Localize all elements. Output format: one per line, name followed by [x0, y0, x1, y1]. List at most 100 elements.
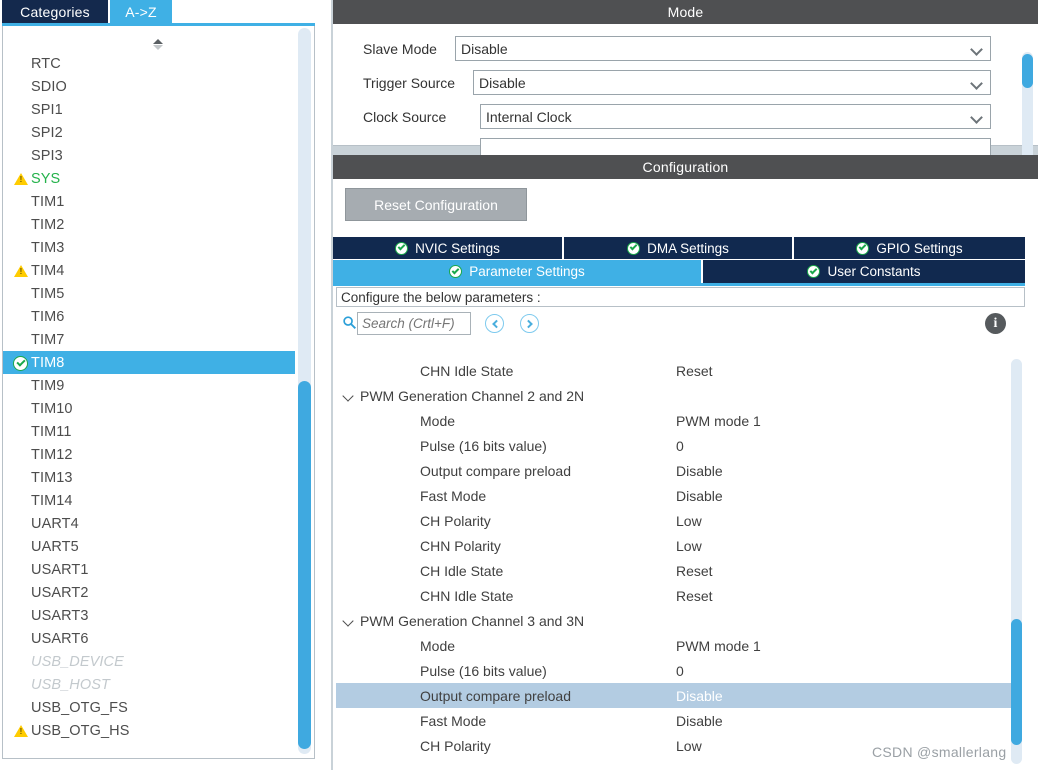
parameter-value[interactable]: Reset — [676, 563, 713, 579]
trigger-source-dropdown[interactable]: Disable — [473, 70, 991, 95]
peripheral-status-placeholder — [13, 286, 31, 302]
peripheral-item-label: TIM7 — [31, 331, 65, 348]
peripheral-status-placeholder — [13, 470, 31, 486]
peripheral-item-label: RTC — [31, 55, 61, 72]
parameter-row[interactable]: CHN Polarity Low — [336, 533, 1016, 558]
parameter-value[interactable]: Reset — [676, 588, 713, 604]
parameter-value[interactable]: Low — [676, 738, 702, 754]
right-panel: Mode Slave Mode Disable Trigger Source D… — [333, 0, 1038, 770]
tab-dma-settings[interactable]: DMA Settings — [564, 237, 794, 259]
mode-scrollbar-thumb[interactable] — [1022, 54, 1033, 88]
spinner-up-down-icon[interactable] — [151, 36, 165, 52]
parameter-label: Fast Mode — [420, 712, 487, 729]
peripheral-item-usart3[interactable]: USART3 — [3, 604, 295, 627]
clock-source-dropdown[interactable]: Internal Clock — [480, 104, 991, 129]
peripheral-item-spi3[interactable]: SPI3 — [3, 144, 295, 167]
peripheral-list: RTC SDIO SPI1 SPI2 SPI3 SYS TIM1 TIM2 TIM3 TIM4 TI… — [3, 52, 295, 742]
tab-a-to-z[interactable]: A->Z — [110, 0, 172, 23]
peripheral-item-tim9[interactable]: TIM9 — [3, 374, 295, 397]
peripheral-status-placeholder — [13, 700, 31, 716]
parameter-value[interactable]: 0 — [676, 663, 684, 679]
peripheral-item-uart5[interactable]: UART5 — [3, 535, 295, 558]
tab-categories[interactable]: Categories — [2, 0, 108, 23]
peripheral-item-tim6[interactable]: TIM6 — [3, 305, 295, 328]
peripheral-item-spi2[interactable]: SPI2 — [3, 121, 295, 144]
parameter-group-row[interactable]: PWM Generation Channel 3 and 3N — [336, 608, 1016, 633]
parameter-value[interactable]: Low — [676, 538, 702, 554]
peripheral-item-label: TIM13 — [31, 469, 73, 486]
slave-mode-dropdown[interactable]: Disable — [455, 36, 991, 61]
chevron-left-circle-icon[interactable] — [485, 314, 504, 333]
reset-configuration-button[interactable]: Reset Configuration — [345, 188, 527, 221]
peripheral-item-label: USB_OTG_FS — [31, 699, 128, 716]
peripheral-item-tim5[interactable]: TIM5 — [3, 282, 295, 305]
peripheral-item-tim10[interactable]: TIM10 — [3, 397, 295, 420]
parameter-row[interactable]: CHN Idle State Reset — [336, 358, 1016, 383]
peripheral-item-usart2[interactable]: USART2 — [3, 581, 295, 604]
search-input[interactable] — [357, 312, 471, 335]
peripheral-item-uart4[interactable]: UART4 — [3, 512, 295, 535]
configuration-tabs-underline — [333, 283, 1025, 286]
parameter-scrollbar-thumb[interactable] — [1011, 619, 1022, 745]
peripheral-item-usart1[interactable]: USART1 — [3, 558, 295, 581]
configuration-section-title: Configuration — [642, 159, 729, 175]
parameter-value[interactable]: PWM mode 1 — [676, 413, 761, 429]
parameter-label: CH Polarity — [420, 512, 491, 529]
app-window: Categories A->Z RTC SDIO SPI1 SPI2 SPI3 SYS TI… — [0, 0, 1038, 770]
parameter-row[interactable]: Fast Mode Disable — [336, 708, 1016, 733]
peripheral-item-tim12[interactable]: TIM12 — [3, 443, 295, 466]
parameter-value[interactable]: Disable — [676, 488, 723, 504]
peripheral-item-tim14[interactable]: TIM14 — [3, 489, 295, 512]
parameter-row[interactable]: Pulse (16 bits value) 0 — [336, 658, 1016, 683]
peripheral-item-spi1[interactable]: SPI1 — [3, 98, 295, 121]
chevron-right-circle-icon[interactable] — [520, 314, 539, 333]
parameter-row[interactable]: Output compare preload Disable — [336, 458, 1016, 483]
peripheral-item-tim13[interactable]: TIM13 — [3, 466, 295, 489]
tab-user-constants[interactable]: User Constants — [703, 260, 1025, 283]
peripheral-item-sys[interactable]: SYS — [3, 167, 295, 190]
peripheral-item-tim4[interactable]: TIM4 — [3, 259, 295, 282]
peripheral-item-label: TIM1 — [31, 193, 65, 210]
info-icon[interactable]: i — [985, 313, 1006, 334]
parameter-row[interactable]: CH Idle State Reset — [336, 558, 1016, 583]
peripheral-item-sdio[interactable]: SDIO — [3, 75, 295, 98]
parameter-row[interactable]: Mode PWM mode 1 — [336, 633, 1016, 658]
peripheral-status-placeholder — [13, 309, 31, 325]
peripheral-item-tim7[interactable]: TIM7 — [3, 328, 295, 351]
peripheral-item-usb_otg_fs[interactable]: USB_OTG_FS — [3, 696, 295, 719]
parameter-row[interactable]: CHN Idle State Reset — [336, 583, 1016, 608]
tab-gpio-settings[interactable]: GPIO Settings — [794, 237, 1025, 259]
peripheral-item-tim1[interactable]: TIM1 — [3, 190, 295, 213]
parameter-value[interactable]: 0 — [676, 438, 684, 454]
tab-nvic-settings[interactable]: NVIC Settings — [333, 237, 564, 259]
parameter-label: Fast Mode — [420, 487, 487, 504]
peripheral-status-placeholder — [13, 654, 31, 670]
parameter-row[interactable]: Pulse (16 bits value) 0 — [336, 433, 1016, 458]
peripheral-status-placeholder — [13, 56, 31, 72]
peripheral-item-usb_otg_hs[interactable]: USB_OTG_HS — [3, 719, 295, 742]
parameter-value[interactable]: Disable — [676, 463, 723, 479]
peripheral-item-rtc[interactable]: RTC — [3, 52, 295, 75]
parameter-value[interactable]: Disable — [676, 713, 723, 729]
parameter-row[interactable]: Mode PWM mode 1 — [336, 408, 1016, 433]
parameter-label: PWM Generation Channel 3 and 3N — [360, 612, 585, 629]
parameter-value[interactable]: PWM mode 1 — [676, 638, 761, 654]
parameter-value[interactable]: Disable — [676, 688, 723, 704]
parameter-label: Pulse (16 bits value) — [420, 437, 547, 454]
configuration-tabs-row-2: Parameter Settings User Constants — [333, 260, 1025, 283]
peripheral-status-placeholder — [13, 493, 31, 509]
parameter-value[interactable]: Low — [676, 513, 702, 529]
peripheral-item-tim11[interactable]: TIM11 — [3, 420, 295, 443]
tab-parameter-settings[interactable]: Parameter Settings — [333, 260, 703, 283]
parameter-value[interactable]: Reset — [676, 363, 713, 379]
peripheral-item-usart6[interactable]: USART6 — [3, 627, 295, 650]
parameter-group-row[interactable]: PWM Generation Channel 2 and 2N — [336, 383, 1016, 408]
tab-categories-label: Categories — [20, 3, 90, 20]
parameter-row[interactable]: Output compare preload Disable — [336, 683, 1016, 708]
peripheral-item-tim2[interactable]: TIM2 — [3, 213, 295, 236]
peripheral-list-scrollbar-thumb[interactable] — [298, 381, 311, 749]
peripheral-item-tim3[interactable]: TIM3 — [3, 236, 295, 259]
parameter-row[interactable]: CH Polarity Low — [336, 508, 1016, 533]
parameter-row[interactable]: Fast Mode Disable — [336, 483, 1016, 508]
peripheral-item-tim8[interactable]: TIM8 — [3, 351, 295, 374]
